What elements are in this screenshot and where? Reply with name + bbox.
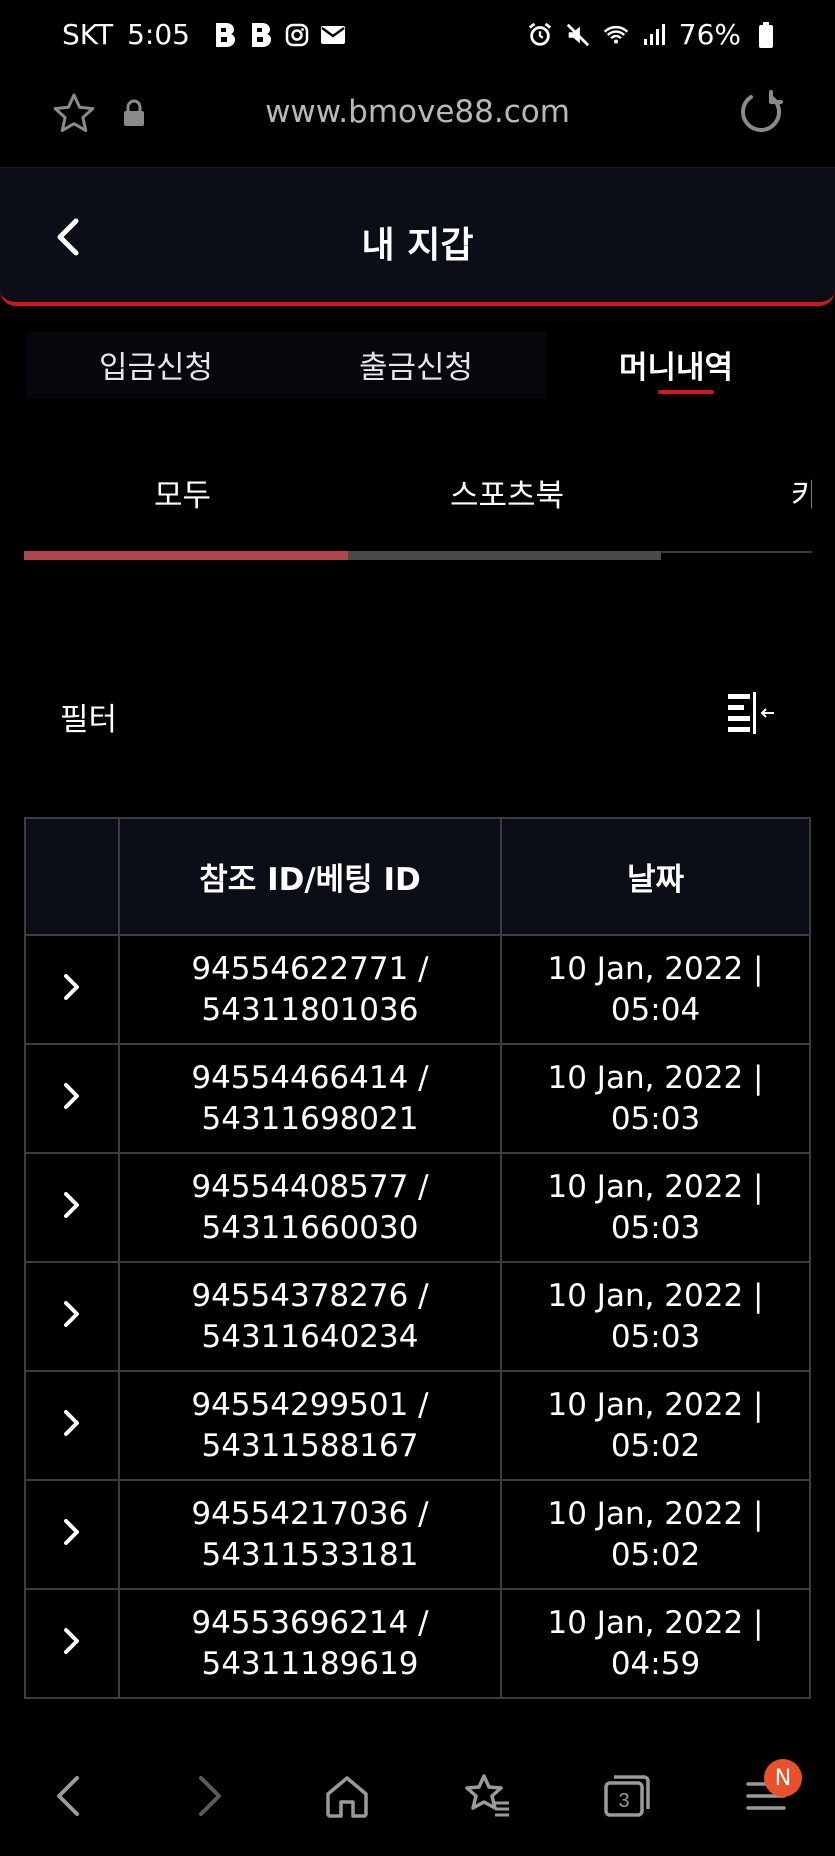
reference-id: 94553696214 / — [191, 1604, 429, 1641]
chevron-right-icon[interactable] — [52, 1512, 92, 1552]
b-app-icon — [212, 22, 238, 48]
chevron-right-icon[interactable] — [52, 1076, 92, 1116]
b-app-icon — [248, 22, 274, 48]
mute-icon — [565, 22, 591, 48]
table-row[interactable]: 94553696214 / 54311189619 10 Jan, 2022 | 0… — [24, 1588, 811, 1699]
date: 10 Jan, 2022 | — [547, 1059, 764, 1096]
chevron-right-icon[interactable] — [52, 1294, 92, 1334]
battery-icon — [753, 21, 779, 48]
tabs-icon: 3 — [604, 1775, 650, 1817]
page-title: 내 지갑 — [361, 225, 474, 266]
table-row[interactable]: 94554299501 / 54311588167 10 Jan, 2022 | 0… — [24, 1370, 811, 1481]
wifi-icon — [603, 22, 629, 48]
url-address[interactable]: www.bmove88.com — [0, 94, 835, 130]
carrier-label: SKT — [62, 18, 114, 51]
bet-id: 54311588167 — [201, 1427, 419, 1464]
time: 05:03 — [610, 1318, 701, 1355]
nav-tabs-button[interactable]: 3 — [595, 1764, 659, 1828]
browser-url-bar: www.bmove88.com — [0, 72, 835, 168]
bookmarks-icon — [465, 1774, 509, 1817]
date: 10 Jan, 2022 | — [547, 950, 764, 987]
clock: 5:05 — [127, 18, 190, 51]
reference-id: 94554622771 / — [191, 950, 429, 987]
back-icon — [57, 1776, 79, 1816]
bet-id: 54311640234 — [201, 1318, 419, 1355]
money-history-table: 참조 ID/베팅 ID 날짜 94554622771 / 54311801036 … — [24, 817, 811, 1699]
time: 04:59 — [610, 1645, 701, 1682]
subtab-all[interactable]: 모두 — [154, 470, 211, 515]
reference-id: 94554466414 / — [191, 1059, 429, 1096]
header-date: 날짜 — [500, 817, 811, 936]
reference-id: 94554378276 / — [191, 1277, 429, 1314]
tab-deposit[interactable]: 입금신청 — [26, 332, 286, 398]
bet-id: 54311698021 — [201, 1100, 419, 1137]
forward-icon — [199, 1776, 221, 1816]
date: 10 Jan, 2022 | — [547, 1168, 764, 1205]
date: 10 Jan, 2022 | — [547, 1277, 764, 1314]
table-row[interactable]: 94554408577 / 54311660030 10 Jan, 2022 | 0… — [24, 1152, 811, 1263]
subtab-active-indicator — [24, 551, 348, 560]
home-icon — [326, 1776, 368, 1818]
chevron-right-icon[interactable] — [52, 1403, 92, 1443]
status-bar: SKT 5:05 76% — [0, 0, 835, 72]
filter-label: 필터 — [60, 702, 118, 738]
history-filter-tabs: 모두 스포츠북 카 — [24, 470, 812, 530]
filter-toggle-icon[interactable] — [724, 690, 778, 736]
time: 05:02 — [610, 1427, 701, 1464]
time: 05:03 — [610, 1100, 701, 1137]
header-reference-id: 참조 ID/베팅 ID — [118, 817, 502, 936]
reload-icon[interactable] — [737, 88, 785, 140]
table-row[interactable]: 94554217036 / 54311533181 10 Jan, 2022 | 0… — [24, 1479, 811, 1590]
bet-id: 54311533181 — [201, 1536, 419, 1573]
bet-id: 54311189619 — [201, 1645, 419, 1682]
time: 05:02 — [610, 1536, 701, 1573]
nav-back-button[interactable] — [36, 1764, 100, 1828]
app-header: 내 지갑 — [0, 168, 835, 306]
time: 05:04 — [610, 991, 701, 1028]
tab-withdraw[interactable]: 출금신청 — [286, 332, 546, 398]
header-expand — [24, 817, 120, 936]
bet-id: 54311801036 — [201, 991, 419, 1028]
table-header-row: 참조 ID/베팅 ID 날짜 — [24, 817, 811, 936]
signal-icon — [641, 22, 667, 48]
tab-count: 3 — [618, 1790, 629, 1812]
nav-home-button[interactable] — [315, 1764, 379, 1828]
reference-id: 94554217036 / — [191, 1495, 429, 1532]
battery-percent: 76% — [678, 18, 741, 51]
wallet-tabs: 입금신청 출금신청 머니내역 — [26, 332, 806, 398]
nav-forward-button[interactable] — [178, 1764, 242, 1828]
table-row[interactable]: 94554378276 / 54311640234 10 Jan, 2022 | 0… — [24, 1261, 811, 1372]
date: 10 Jan, 2022 | — [547, 1495, 764, 1532]
instagram-icon — [284, 22, 310, 48]
reference-id: 94554408577 / — [191, 1168, 429, 1205]
nav-bookmarks-button[interactable] — [455, 1764, 519, 1828]
date: 10 Jan, 2022 | — [547, 1604, 764, 1641]
alarm-icon — [527, 22, 553, 48]
date: 10 Jan, 2022 | — [547, 1386, 764, 1423]
browser-bottom-nav: 3 — [0, 1736, 835, 1856]
chevron-right-icon[interactable] — [52, 1185, 92, 1225]
time: 05:03 — [610, 1209, 701, 1246]
chevron-right-icon[interactable] — [52, 967, 92, 1007]
subtab-casino[interactable]: 카 — [791, 470, 812, 515]
reference-id: 94554299501 / — [191, 1386, 429, 1423]
tab-money-history[interactable]: 머니내역 — [546, 332, 806, 398]
subtab-sportsbook[interactable]: 스포츠북 — [450, 470, 564, 515]
mail-icon — [320, 22, 346, 48]
chevron-right-icon[interactable] — [52, 1621, 92, 1661]
notification-badge: N — [764, 1759, 802, 1797]
bet-id: 54311660030 — [201, 1209, 419, 1246]
table-row[interactable]: 94554622771 / 54311801036 10 Jan, 2022 | 0… — [24, 934, 811, 1045]
table-row[interactable]: 94554466414 / 54311698021 10 Jan, 2022 | 0… — [24, 1043, 811, 1154]
